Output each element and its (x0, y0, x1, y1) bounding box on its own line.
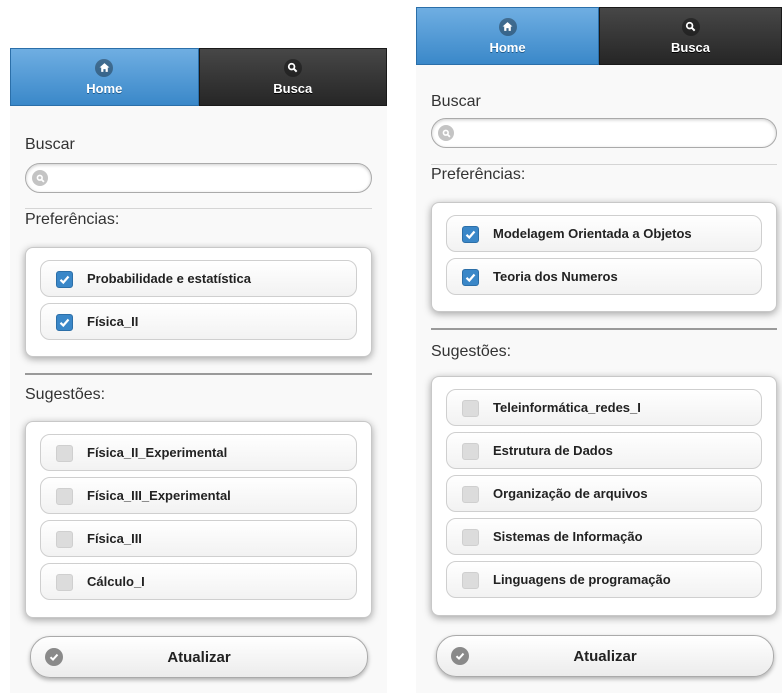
checkbox-item[interactable]: Linguagens de programação (446, 561, 762, 598)
sugestoes-label: Sugestões: (25, 386, 106, 403)
checkbox-checked[interactable] (462, 269, 479, 286)
checkbox-label: Estrutura de Dados (493, 443, 613, 458)
navbar: Home Busca (10, 48, 387, 106)
preferencias-label: Preferências: (431, 166, 526, 183)
search-field[interactable] (25, 163, 372, 193)
checkbox-checked[interactable] (56, 271, 73, 288)
divider (25, 208, 372, 209)
screen-right: Home Busca Buscar Preferências: Modelage… (416, 7, 782, 693)
checkbox-unchecked[interactable] (56, 574, 73, 591)
buscar-label: Buscar (25, 136, 75, 153)
checkbox-unchecked[interactable] (56, 445, 73, 462)
checkbox-label: Física_III_Experimental (87, 488, 231, 503)
checkbox-unchecked[interactable] (462, 572, 479, 589)
checkbox-item[interactable]: Física_III (40, 520, 357, 557)
checkbox-label: Física_III (87, 531, 142, 546)
divider (431, 164, 777, 165)
checkbox-unchecked[interactable] (462, 529, 479, 546)
preferencias-group: Modelagem Orientada a Objetos Teoria dos… (431, 202, 777, 312)
atualizar-button[interactable]: Atualizar (30, 636, 368, 678)
search-icon (438, 125, 454, 141)
atualizar-button-label: Atualizar (573, 648, 637, 665)
checkbox-item[interactable]: Física_III_Experimental (40, 477, 357, 514)
checkbox-item[interactable]: Teoria dos Numeros (446, 258, 762, 295)
checkbox-label: Cálculo_I (87, 574, 145, 589)
checkbox-item[interactable]: Modelagem Orientada a Objetos (446, 215, 762, 252)
checkbox-unchecked[interactable] (462, 486, 479, 503)
checkbox-label: Linguagens de programação (493, 572, 671, 587)
checkbox-item[interactable]: Física_II_Experimental (40, 434, 357, 471)
checkbox-label: Teleinformática_redes_I (493, 400, 641, 415)
checkbox-item[interactable]: Organização de arquivos (446, 475, 762, 512)
preferencias-label: Preferências: (25, 211, 120, 228)
divider (431, 328, 777, 330)
checkbox-label: Física_II (87, 314, 139, 329)
home-icon (498, 17, 517, 36)
checkbox-label: Organização de arquivos (493, 486, 648, 501)
checkbox-label: Física_II_Experimental (87, 445, 228, 460)
checkbox-label: Sistemas de Informação (493, 529, 643, 544)
search-icon (32, 170, 48, 186)
checkbox-unchecked[interactable] (56, 488, 73, 505)
search-input[interactable] (460, 122, 768, 146)
home-icon (95, 58, 114, 77)
checkbox-checked[interactable] (462, 226, 479, 243)
tab-busca[interactable]: Busca (198, 48, 387, 106)
checkbox-item[interactable]: Sistemas de Informação (446, 518, 762, 555)
navbar: Home Busca (416, 7, 782, 65)
checkbox-item[interactable]: Probabilidade e estatística (40, 260, 357, 297)
checkbox-label: Probabilidade e estatística (87, 271, 252, 286)
preferencias-group: Probabilidade e estatística Física_II (25, 247, 372, 357)
sugestoes-group: Teleinformática_redes_I Estrutura de Dad… (431, 376, 777, 616)
atualizar-button[interactable]: Atualizar (436, 635, 774, 677)
tab-busca-label: Busca (670, 39, 711, 55)
search-icon (283, 58, 302, 77)
sugestoes-group: Física_II_Experimental Física_III_Experi… (25, 421, 372, 618)
checkbox-label: Modelagem Orientada a Objetos (493, 226, 692, 241)
atualizar-button-label: Atualizar (167, 649, 231, 666)
checkbox-unchecked[interactable] (56, 531, 73, 548)
sugestoes-label: Sugestões: (431, 343, 512, 360)
search-input[interactable] (54, 167, 363, 191)
tab-busca[interactable]: Busca (599, 7, 782, 65)
checkbox-checked[interactable] (56, 314, 73, 331)
checkbox-item[interactable]: Estrutura de Dados (446, 432, 762, 469)
divider (25, 373, 372, 375)
search-icon (681, 17, 700, 36)
buscar-label: Buscar (431, 93, 481, 110)
tab-home-label: Home (86, 80, 123, 96)
tab-home[interactable]: Home (10, 48, 199, 106)
checkbox-unchecked[interactable] (462, 400, 479, 417)
tab-home[interactable]: Home (416, 7, 599, 65)
checkbox-item[interactable]: Teleinformática_redes_I (446, 389, 762, 426)
checkbox-item[interactable]: Cálculo_I (40, 563, 357, 600)
checkbox-item[interactable]: Física_II (40, 303, 357, 340)
checkbox-label: Teoria dos Numeros (493, 269, 618, 284)
checkbox-unchecked[interactable] (462, 443, 479, 460)
tab-home-label: Home (489, 39, 526, 55)
screen-left: Home Busca Buscar Preferências: Probabil… (10, 48, 387, 693)
tab-busca-label: Busca (273, 80, 313, 96)
search-field[interactable] (431, 118, 777, 148)
